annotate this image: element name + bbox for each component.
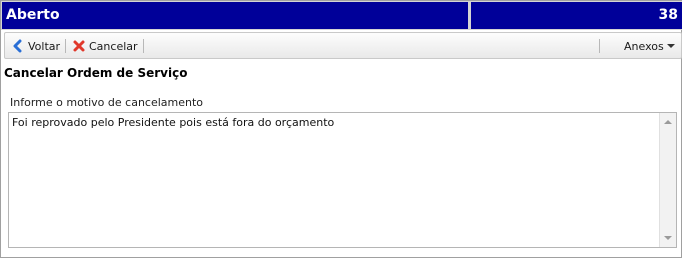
back-button[interactable]: Voltar — [11, 37, 60, 55]
attachments-label: Anexos — [624, 39, 664, 53]
header-bar: Aberto 38 — [1, 1, 682, 30]
order-number-panel: 38 — [471, 2, 682, 29]
cancel-button-label: Cancelar — [89, 39, 138, 53]
toolbar-separator — [65, 39, 66, 53]
reason-textarea-value[interactable]: Foi reprovado pelo Presidente pois está … — [12, 116, 334, 129]
toolbar-separator — [599, 39, 600, 53]
toolbar-separator — [143, 39, 144, 53]
toolbar: Voltar Cancelar Anexos — [4, 32, 682, 59]
order-number: 38 — [658, 7, 678, 23]
reason-field-label: Informe o motivo de cancelamento — [10, 96, 204, 109]
attachments-menu-button[interactable]: Anexos — [624, 37, 675, 55]
page-title: Cancelar Ordem de Serviço — [4, 66, 188, 80]
close-x-icon — [73, 40, 85, 52]
arrow-left-icon — [13, 39, 22, 53]
back-button-label: Voltar — [28, 39, 61, 53]
chevron-down-icon — [666, 44, 675, 48]
textarea-scrollbar[interactable] — [659, 113, 676, 247]
window-frame: Aberto 38 Voltar Cancelar Anexos Cancela… — [0, 0, 682, 258]
scroll-down-arrow-icon[interactable] — [664, 236, 672, 240]
status-panel: Aberto — [2, 2, 468, 29]
cancel-button[interactable]: Cancelar — [72, 37, 138, 55]
reason-textarea[interactable]: Foi reprovado pelo Presidente pois está … — [8, 112, 677, 248]
scroll-up-arrow-icon[interactable] — [664, 120, 672, 124]
status-text: Aberto — [6, 7, 60, 23]
